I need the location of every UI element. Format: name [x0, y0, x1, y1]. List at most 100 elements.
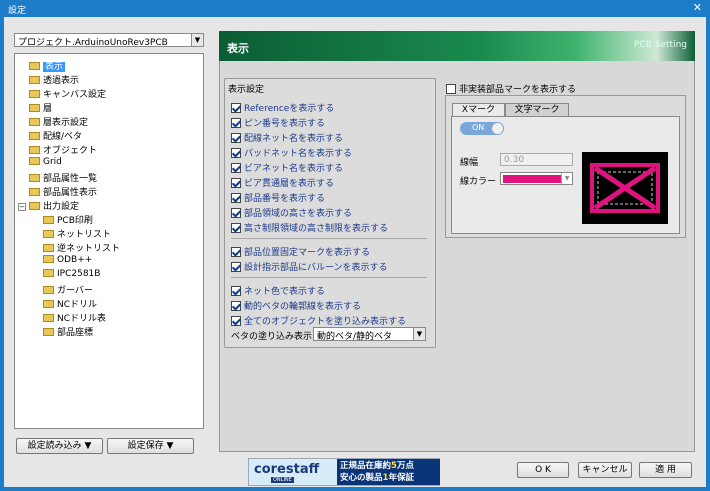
- checkbox-box[interactable]: [231, 247, 241, 257]
- save-settings-button[interactable]: 設定保存 ▼: [107, 438, 194, 454]
- folder-icon: [43, 255, 54, 263]
- checkbox-dynamic-outline[interactable]: 動的ベタの輪郭線を表示する: [231, 299, 361, 312]
- checkbox-box[interactable]: [231, 223, 241, 233]
- checkbox-box[interactable]: [446, 84, 456, 94]
- tree-item-object[interactable]: オブジェクト: [29, 143, 97, 156]
- checkbox-wire-net[interactable]: 配線ネット名を表示する: [231, 131, 343, 144]
- tree-item-layer[interactable]: 層: [29, 101, 52, 114]
- folder-icon: [43, 300, 54, 308]
- tree-item-nc-drill[interactable]: NCドリル: [43, 297, 97, 310]
- apply-button[interactable]: 適 用: [639, 462, 692, 478]
- tree-item-nc-drill-table[interactable]: NCドリル表: [43, 311, 106, 324]
- folder-icon: [29, 146, 40, 154]
- checkbox-net-color[interactable]: ネット色で表示する: [231, 284, 325, 297]
- divider: [231, 238, 427, 239]
- color-swatch: [503, 175, 561, 183]
- ad-logo: corestaff: [254, 462, 320, 477]
- checkbox-fill-all[interactable]: 全てのオブジェクトを塗り込み表示する: [231, 314, 406, 327]
- folder-icon: [29, 90, 40, 98]
- tree-item-netlist[interactable]: ネットリスト: [43, 227, 111, 240]
- line-color-picker[interactable]: ▼: [500, 172, 573, 185]
- divider: [231, 277, 427, 278]
- fill-display-value: 動的ベタ/静的ベタ: [317, 332, 393, 342]
- line-width-field[interactable]: 0.30: [500, 153, 573, 166]
- folder-icon: [29, 132, 40, 140]
- checkbox-box[interactable]: [231, 163, 241, 173]
- checkbox-box[interactable]: [231, 118, 241, 128]
- folder-icon: [43, 328, 54, 336]
- checkbox-part-number[interactable]: 部品番号を表示する: [231, 191, 325, 204]
- folder-icon: [29, 202, 40, 210]
- settings-tree[interactable]: 表示 透過表示 キャンバス設定 層 層表示設定 配線/ベタ オブジェクト Gri…: [14, 53, 204, 429]
- folder-icon: [29, 157, 40, 165]
- fill-display-label: ベタの塗り込み表示: [231, 332, 313, 342]
- load-settings-button[interactable]: 設定読み込み ▼: [16, 438, 103, 454]
- checkbox-balloon[interactable]: 設計指示部品にバルーンを表示する: [231, 260, 388, 273]
- folder-icon: [29, 62, 40, 70]
- checkbox-fixed-mark[interactable]: 部品位置固定マークを表示する: [231, 245, 370, 258]
- tree-item-pcb-print[interactable]: PCB印刷: [43, 213, 93, 226]
- folder-icon: [29, 174, 40, 182]
- panel-subtitle: PCB Setting: [634, 40, 687, 50]
- title-bar: 設定 ✕: [0, 0, 710, 17]
- checkbox-box[interactable]: [231, 178, 241, 188]
- checkbox-box[interactable]: [231, 286, 241, 296]
- checkbox-unmounted-mark[interactable]: 非実装部品マークを表示する: [446, 82, 576, 95]
- tab-text-mark[interactable]: 文字マーク: [505, 103, 569, 116]
- tree-item-transparency[interactable]: 透過表示: [29, 73, 79, 86]
- checkbox-pin-number[interactable]: ピン番号を表示する: [231, 116, 325, 129]
- checkbox-box[interactable]: [231, 301, 241, 311]
- checkbox-part-height[interactable]: 部品領域の高さを表示する: [231, 206, 352, 219]
- tree-item-ipc2581b[interactable]: IPC2581B: [43, 269, 100, 281]
- collapse-icon[interactable]: −: [18, 203, 26, 211]
- tree-item-wiring[interactable]: 配線/ベタ: [29, 129, 82, 142]
- close-icon[interactable]: ✕: [693, 1, 702, 14]
- tab-x-mark[interactable]: Xマーク: [452, 103, 505, 117]
- fill-display-select[interactable]: 動的ベタ/静的ベタ ▼: [313, 327, 426, 342]
- checkbox-box[interactable]: [231, 316, 241, 326]
- checkbox-box[interactable]: [231, 208, 241, 218]
- folder-icon: [29, 104, 40, 112]
- tree-item-grid[interactable]: Grid: [29, 157, 62, 169]
- folder-icon: [43, 269, 54, 277]
- checkbox-box[interactable]: [231, 193, 241, 203]
- on-toggle[interactable]: ON: [460, 122, 504, 135]
- checkbox-via-layer[interactable]: ビア貫通層を表示する: [231, 176, 334, 189]
- panel-banner: 表示 PCB Setting: [219, 31, 695, 61]
- checkbox-box[interactable]: [231, 262, 241, 272]
- checkbox-height-limit[interactable]: 高さ制限領域の高さ制限を表示する: [231, 221, 388, 234]
- tree-item-odb[interactable]: ODB++: [43, 255, 92, 267]
- tree-item-reverse-netlist[interactable]: 逆ネットリスト: [43, 241, 120, 254]
- chevron-down-icon[interactable]: ▼: [191, 33, 204, 47]
- checkbox-pad-net[interactable]: パッドネット名を表示する: [231, 146, 352, 159]
- tree-item-gerber[interactable]: ガーバー: [43, 283, 93, 296]
- tree-item-display[interactable]: 表示: [29, 59, 66, 72]
- tree-item-layer-display[interactable]: 層表示設定: [29, 115, 88, 128]
- checkbox-via-net[interactable]: ビアネット名を表示する: [231, 161, 343, 174]
- tree-item-part-attr-display[interactable]: 部品属性表示: [29, 185, 97, 198]
- folder-icon: [29, 188, 40, 196]
- folder-icon: [43, 244, 54, 252]
- checkbox-box[interactable]: [231, 148, 241, 158]
- project-select[interactable]: プロジェクト.ArduinoUnoRev3PCB ▼: [14, 33, 204, 48]
- chevron-down-icon[interactable]: ▼: [413, 327, 426, 341]
- panel-title: 表示: [227, 42, 249, 55]
- display-settings-title: 表示設定: [228, 85, 265, 95]
- chevron-down-icon[interactable]: ▼: [561, 173, 572, 184]
- checkbox-box[interactable]: [231, 103, 241, 113]
- folder-icon: [43, 286, 54, 294]
- tree-item-part-coords[interactable]: 部品座標: [43, 325, 93, 338]
- tree-item-output[interactable]: − 出力設定: [18, 199, 79, 212]
- tree-item-part-attr-list[interactable]: 部品属性一覧: [29, 171, 97, 184]
- tree-item-canvas[interactable]: キャンバス設定: [29, 87, 106, 100]
- ok-button[interactable]: O K: [517, 462, 569, 478]
- window-title: 設定: [8, 6, 27, 16]
- ad-banner[interactable]: corestaff ONLINE 正規品在庫約5万点 安心の製品1年保証: [248, 458, 440, 486]
- folder-icon: [43, 314, 54, 322]
- line-color-label: 線カラー: [460, 177, 497, 187]
- checkbox-reference[interactable]: Referenceを表示する: [231, 101, 334, 114]
- toggle-knob: [492, 123, 503, 134]
- folder-icon: [29, 118, 40, 126]
- cancel-button[interactable]: キャンセル: [578, 462, 632, 478]
- checkbox-box[interactable]: [231, 133, 241, 143]
